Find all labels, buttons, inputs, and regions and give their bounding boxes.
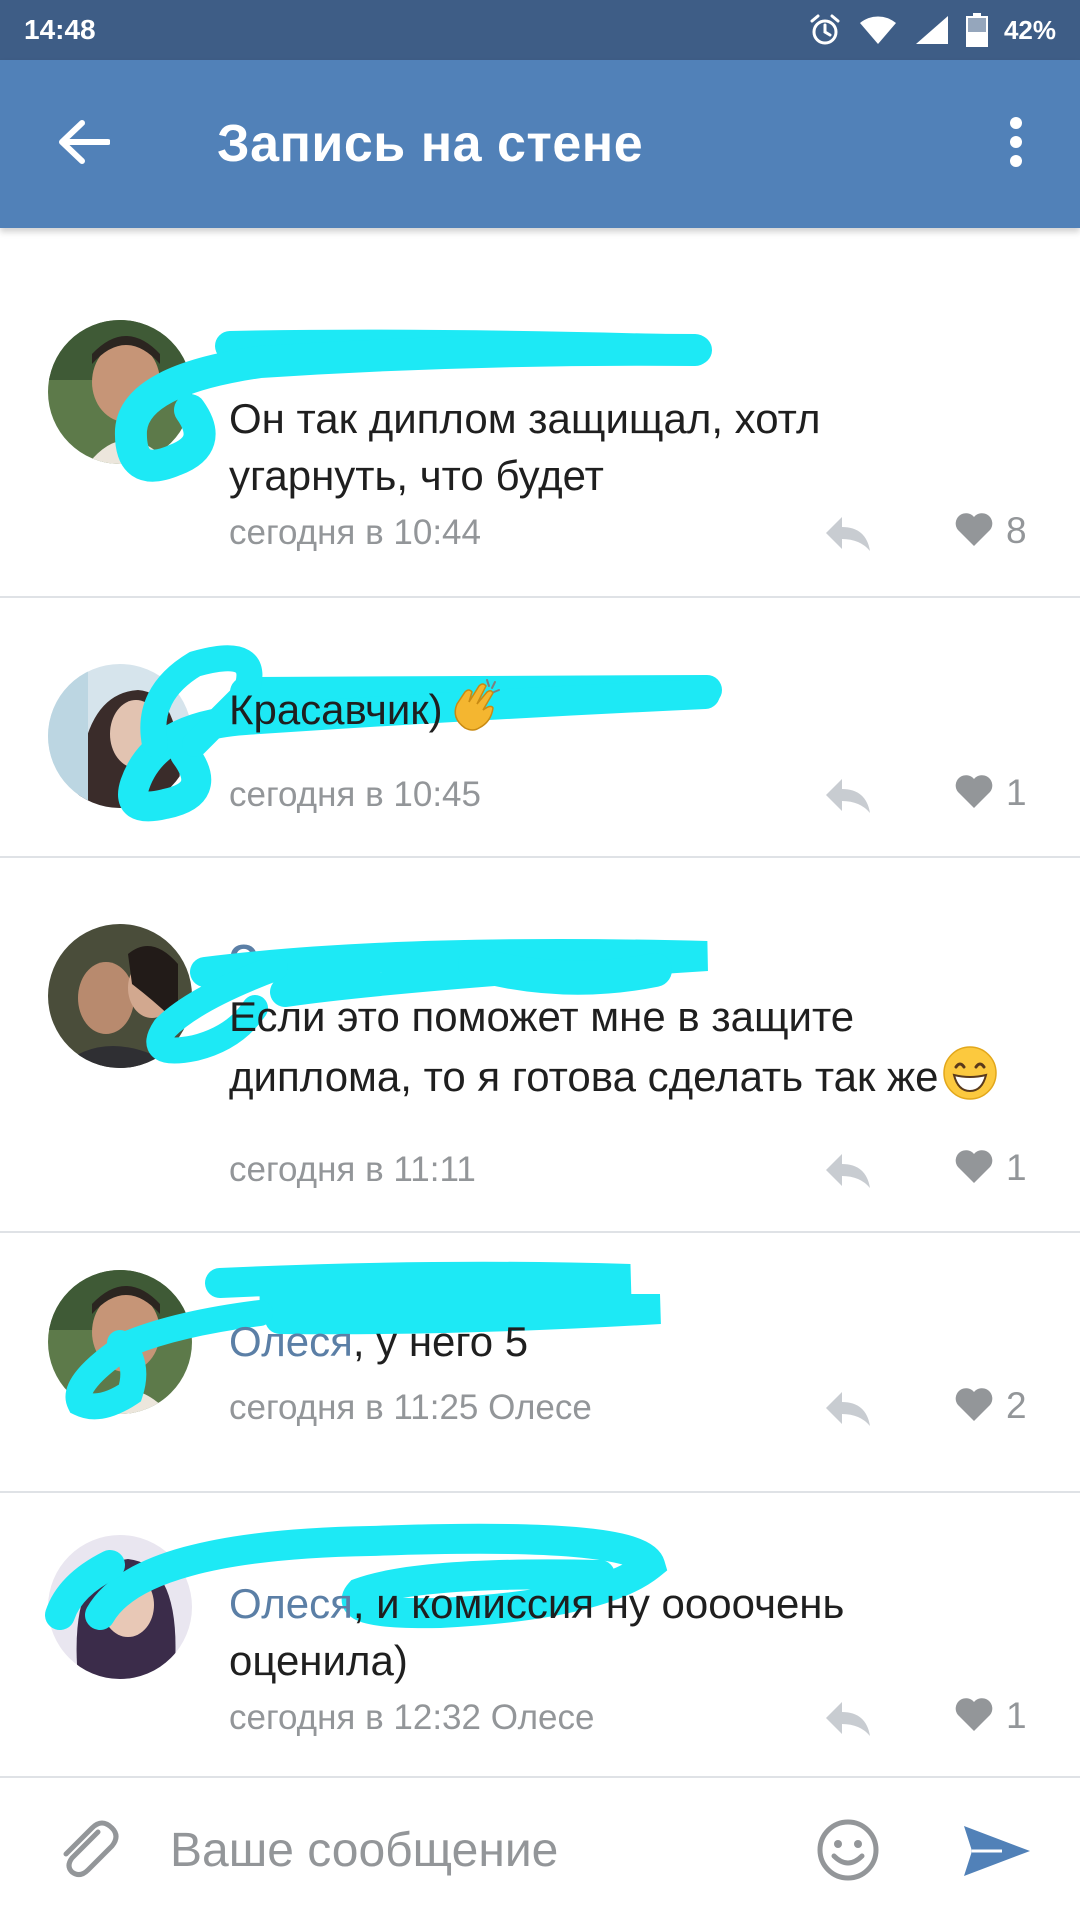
reply-icon[interactable] xyxy=(822,513,872,553)
comment: Олеся, у него 5 сегодня в 11:25 Олесе 2 xyxy=(0,1233,1080,1493)
comment-author-partial[interactable]: Олес xyxy=(229,938,323,981)
comment-text-body: Если это поможет мне в защите диплома, т… xyxy=(229,993,939,1100)
arrow-left-icon xyxy=(58,119,111,169)
signal-icon xyxy=(914,14,950,46)
like-count: 8 xyxy=(1006,510,1027,551)
heart-icon xyxy=(954,1386,994,1427)
reply-icon[interactable] xyxy=(822,1388,872,1428)
clapping-hands-emoji xyxy=(447,678,503,734)
comment-text: Олеся, у него 5 xyxy=(229,1313,1009,1370)
avatar[interactable] xyxy=(48,320,192,464)
smiley-icon[interactable] xyxy=(816,1818,880,1882)
comment-text: Красавчик) xyxy=(229,678,1009,738)
comment-text: Олеся, и комиссия ну оооочень оценила) xyxy=(229,1575,1009,1689)
like-button[interactable]: 8 xyxy=(954,510,1027,552)
avatar[interactable] xyxy=(48,1270,192,1414)
reply-to-name[interactable]: Олесе xyxy=(488,1388,592,1427)
comment-time: сегодня в 12:32 xyxy=(229,1698,481,1737)
like-count: 1 xyxy=(1006,772,1027,813)
paperclip-icon[interactable] xyxy=(52,1814,122,1884)
wifi-icon xyxy=(858,14,898,46)
like-count: 2 xyxy=(1006,1385,1027,1426)
reply-to-name[interactable]: Олесе xyxy=(491,1698,595,1737)
more-options-button[interactable] xyxy=(992,104,1040,184)
mention-link[interactable]: Олеся xyxy=(229,1580,353,1627)
avatar[interactable] xyxy=(48,664,192,808)
message-input[interactable] xyxy=(170,1806,790,1894)
like-count: 1 xyxy=(1006,1695,1027,1736)
heart-icon xyxy=(954,1148,994,1189)
comment-text: Он так диплом защищал, хотл угарнуть, чт… xyxy=(229,395,821,499)
heart-icon xyxy=(954,773,994,814)
app-toolbar: Запись на стене xyxy=(0,60,1080,228)
reply-icon[interactable] xyxy=(822,775,872,815)
message-input-bar xyxy=(0,1776,1080,1920)
comment: Он так диплом защищал, хотл угарнуть, чт… xyxy=(0,228,1080,598)
page-title: Запись на стене xyxy=(217,115,644,173)
comment: Олеся, и комиссия ну оооочень оценила) с… xyxy=(0,1493,1080,1773)
heart-icon xyxy=(954,1696,994,1737)
back-button[interactable] xyxy=(50,110,118,178)
comment-text-body: , у него 5 xyxy=(352,1318,529,1365)
like-button[interactable]: 1 xyxy=(954,772,1027,814)
comment-meta: сегодня в 12:32 Олесе xyxy=(229,1698,594,1738)
send-icon[interactable] xyxy=(962,1822,1032,1880)
comment: Красавчик) сегодня в 10:45 1 xyxy=(0,598,1080,858)
heart-icon xyxy=(954,511,994,552)
comment-time: сегодня в 10:44 xyxy=(229,513,481,552)
like-count: 1 xyxy=(1006,1147,1027,1188)
mention-link[interactable]: Олеся xyxy=(229,1318,353,1365)
comment-time: сегодня в 11:25 xyxy=(229,1388,479,1427)
reply-icon[interactable] xyxy=(822,1698,872,1738)
comment-text: Если это поможет мне в защите диплома, т… xyxy=(229,988,1009,1105)
comment-time: сегодня в 11:11 xyxy=(229,1150,476,1189)
like-button[interactable]: 1 xyxy=(954,1695,1027,1737)
battery-icon xyxy=(965,13,988,47)
like-button[interactable]: 1 xyxy=(954,1147,1027,1189)
alarm-icon xyxy=(808,13,842,47)
status-time: 14:48 xyxy=(24,14,96,45)
avatar[interactable] xyxy=(48,924,192,1068)
comment-text-body: Красавчик) xyxy=(229,686,443,733)
like-button[interactable]: 2 xyxy=(954,1385,1027,1427)
status-bar: 14:48 42% xyxy=(0,0,1080,60)
status-icons: 42% xyxy=(808,13,1056,47)
reply-icon[interactable] xyxy=(822,1150,872,1190)
comment-time: сегодня в 10:45 xyxy=(229,775,481,814)
more-vertical-icon xyxy=(1009,116,1023,173)
grinning-face-emoji xyxy=(942,1045,998,1101)
avatar[interactable] xyxy=(48,1535,192,1679)
comment: Олес Если это поможет мне в защите дипло… xyxy=(0,858,1080,1233)
comment-meta: сегодня в 11:25 Олесе xyxy=(229,1388,592,1428)
battery-percent: 42% xyxy=(1003,14,1056,45)
